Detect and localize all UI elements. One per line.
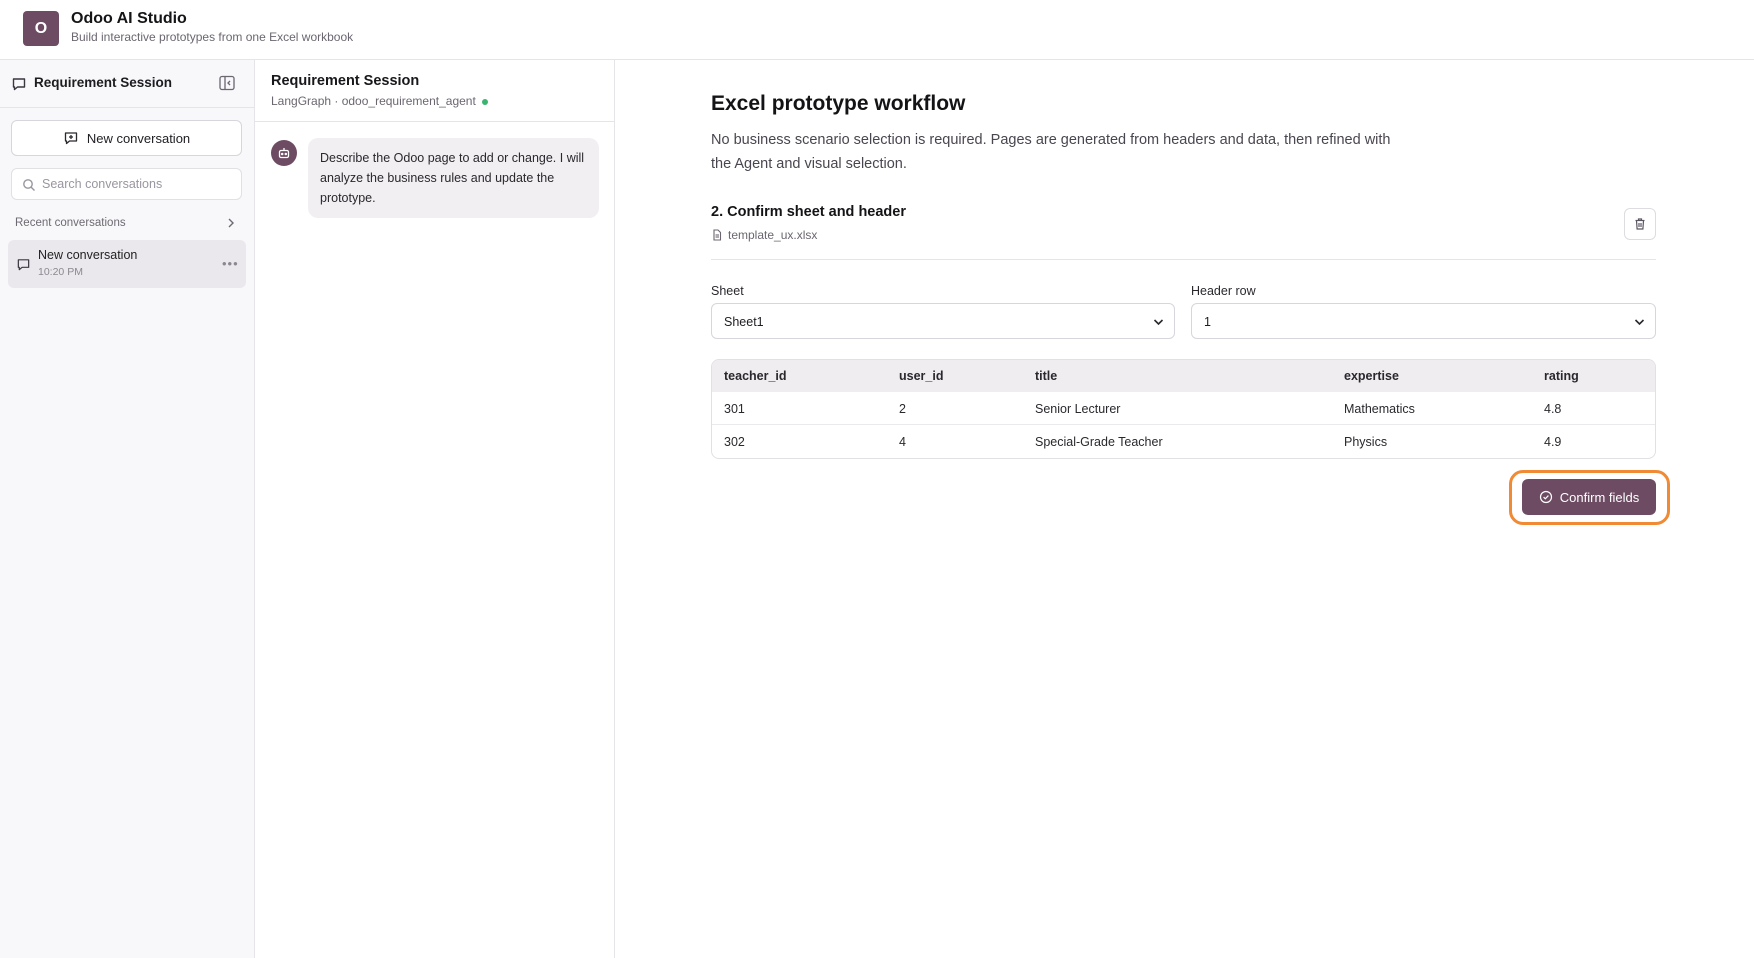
page-description: No business scenario selection is requir… [711, 132, 1391, 172]
online-status-dot [481, 98, 488, 105]
conversation-time: 10:20 PM [38, 266, 83, 278]
delete-file-button[interactable] [1624, 208, 1656, 240]
sheet-select[interactable]: Sheet1 [711, 303, 1175, 339]
app-logo: O [23, 11, 59, 46]
table-row: 301 2 Senior Lecturer Mathematics 4.8 [712, 392, 1655, 425]
confirm-fields-label: Confirm fields [1559, 489, 1640, 505]
table-row: 302 4 Special-Grade Teacher Physics 4.9 [712, 425, 1655, 458]
table-cell: 301 [724, 402, 745, 416]
conversation-list-item[interactable]: New conversation 10:20 PM ••• [8, 240, 246, 288]
file-name: template_ux.xlsx [728, 228, 818, 242]
table-cell: Senior Lecturer [1035, 402, 1121, 416]
table-header: teacher_id user_id title expertise ratin… [712, 360, 1655, 392]
sidebar-title: Requirement Session [34, 75, 173, 90]
table-cell: 302 [724, 435, 745, 449]
check-circle-icon [1539, 490, 1552, 504]
confirm-fields-button[interactable]: Confirm fields [1522, 479, 1656, 515]
table-cell: 2 [899, 402, 906, 416]
column-header: expertise [1344, 369, 1399, 383]
sidebar-header: Requirement Session [0, 60, 254, 108]
section-divider [711, 259, 1656, 260]
assistant-message: Describe the Odoo page to add or change.… [308, 138, 599, 218]
chat-header: Requirement Session LangGraph · odoo_req… [255, 60, 614, 122]
table-cell: 4.8 [1544, 402, 1562, 416]
sheet-label: Sheet [711, 284, 744, 298]
table-cell: Physics [1344, 435, 1388, 449]
column-header: title [1035, 369, 1058, 383]
table-cell: Mathematics [1344, 402, 1415, 416]
column-header: rating [1544, 369, 1579, 383]
more-options-icon[interactable]: ••• [222, 256, 239, 271]
sheet-selected-value: Sheet1 [724, 315, 764, 329]
conversation-title: New conversation [38, 248, 138, 262]
chat-subtitle: LangGraph · odoo_requirement_agent [271, 94, 488, 108]
agent-name: LangGraph · odoo_requirement_agent [271, 94, 476, 108]
header-row-label: Header row [1191, 284, 1256, 298]
search-icon [23, 179, 35, 191]
recent-conversations-label: Recent conversations [15, 217, 126, 229]
new-conversation-label: New conversation [86, 130, 191, 146]
search-box [11, 168, 242, 200]
table-cell: 4.9 [1544, 435, 1562, 449]
header-row-select[interactable]: 1 [1191, 303, 1656, 339]
chat-panel: Requirement Session LangGraph · odoo_req… [255, 60, 615, 958]
header-row-selected-value: 1 [1204, 315, 1211, 329]
trash-icon [1635, 218, 1645, 230]
chat-title: Requirement Session [271, 73, 420, 89]
table-cell: 4 [899, 435, 906, 449]
column-header: user_id [899, 369, 944, 383]
file-icon [713, 229, 722, 241]
search-conversations-input[interactable] [42, 169, 237, 199]
table-cell: Special-Grade Teacher [1035, 435, 1163, 449]
data-preview-table: teacher_id user_id title expertise ratin… [711, 359, 1656, 459]
step-title: 2. Confirm sheet and header [711, 204, 906, 220]
bot-avatar [271, 140, 297, 166]
sidebar: Requirement Session New conversation Rec… [0, 60, 255, 958]
app-subtitle: Build interactive prototypes from one Ex… [71, 30, 354, 44]
new-conversation-button[interactable]: New conversation [11, 120, 242, 156]
workflow-panel: Excel prototype workflow No business sce… [615, 60, 1754, 958]
robot-icon [278, 148, 290, 159]
file-info: template_ux.xlsx [711, 228, 817, 242]
page-title: Excel prototype workflow [711, 92, 966, 115]
new-chat-icon [64, 132, 77, 145]
chat-icon [17, 259, 30, 271]
chevron-down-icon [1634, 319, 1645, 326]
chevron-right-icon[interactable] [226, 217, 236, 229]
top-bar: O Odoo AI Studio Build interactive proto… [0, 0, 1754, 60]
chat-icon [12, 78, 26, 91]
app-title: Odoo AI Studio [71, 10, 187, 27]
column-header: teacher_id [724, 369, 787, 383]
sidebar-collapse-icon[interactable] [218, 74, 236, 92]
chevron-down-icon [1153, 319, 1164, 326]
